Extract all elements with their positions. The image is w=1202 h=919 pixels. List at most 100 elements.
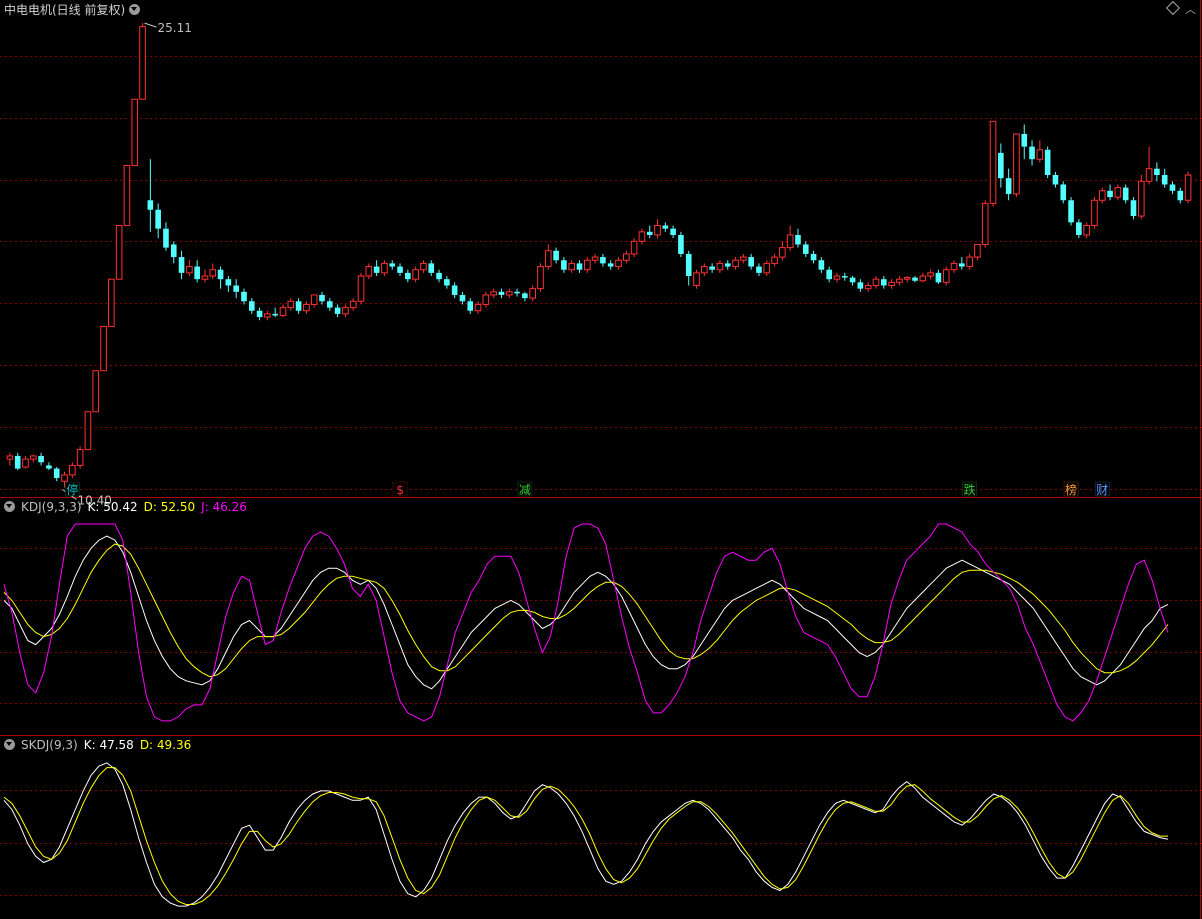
candle[interactable] <box>841 272 848 281</box>
candle[interactable] <box>256 307 263 321</box>
candle[interactable] <box>233 279 239 299</box>
candle[interactable] <box>420 260 427 273</box>
skdj-dropdown-icon[interactable] <box>4 739 15 750</box>
candle[interactable] <box>1122 184 1129 204</box>
candle[interactable] <box>880 276 887 289</box>
candle[interactable] <box>685 250 692 286</box>
candle[interactable] <box>241 288 247 305</box>
candle[interactable] <box>436 269 442 283</box>
candle[interactable] <box>1076 219 1082 239</box>
candle[interactable] <box>1137 175 1145 220</box>
candle[interactable] <box>514 288 520 297</box>
candle[interactable] <box>771 253 778 267</box>
candle[interactable] <box>950 260 958 273</box>
candle[interactable] <box>600 253 606 267</box>
candle[interactable] <box>779 241 786 261</box>
candle[interactable] <box>583 257 591 273</box>
kdj-dropdown-icon[interactable] <box>4 501 15 512</box>
candle[interactable] <box>22 455 29 469</box>
candle[interactable] <box>568 260 575 273</box>
candle[interactable] <box>678 231 684 258</box>
candle[interactable] <box>701 263 708 277</box>
candle[interactable] <box>428 260 435 277</box>
candle[interactable] <box>693 269 700 289</box>
candle[interactable] <box>1052 171 1059 188</box>
candle[interactable] <box>537 263 544 292</box>
candle[interactable] <box>412 266 419 283</box>
candle[interactable] <box>1154 162 1160 182</box>
candle[interactable] <box>833 272 841 283</box>
candle[interactable] <box>1145 146 1153 185</box>
candle[interactable] <box>1169 181 1176 194</box>
candle[interactable] <box>225 276 232 292</box>
candle[interactable] <box>92 370 100 413</box>
candle[interactable] <box>139 23 146 100</box>
event-icon[interactable]: 榜 <box>1063 481 1079 497</box>
candle[interactable] <box>1130 197 1137 220</box>
candle[interactable] <box>795 228 801 248</box>
candle[interactable] <box>1029 140 1035 166</box>
candle[interactable] <box>100 326 107 372</box>
candle[interactable] <box>1091 197 1098 229</box>
candle[interactable] <box>1184 171 1192 204</box>
candle[interactable] <box>14 452 21 471</box>
candle[interactable] <box>864 282 872 292</box>
candle[interactable] <box>405 269 411 283</box>
candlestick-series[interactable] <box>6 23 1192 488</box>
candle[interactable] <box>163 222 169 251</box>
candle[interactable] <box>397 263 403 277</box>
candle[interactable] <box>327 298 333 311</box>
candle[interactable] <box>748 253 754 270</box>
candle[interactable] <box>561 257 567 273</box>
candle[interactable] <box>927 269 934 280</box>
candle[interactable] <box>740 253 747 264</box>
candle[interactable] <box>662 222 669 232</box>
candle[interactable] <box>170 241 177 264</box>
candle[interactable] <box>498 288 505 299</box>
candle[interactable] <box>389 260 396 270</box>
candle[interactable] <box>155 203 161 239</box>
candle[interactable] <box>896 276 903 286</box>
candle[interactable] <box>194 260 200 283</box>
candle[interactable] <box>482 291 490 308</box>
candle[interactable] <box>459 291 466 305</box>
candle[interactable] <box>279 304 287 318</box>
candle[interactable] <box>131 98 139 167</box>
title-dropdown-icon[interactable] <box>129 4 141 15</box>
candle[interactable] <box>935 269 942 284</box>
candle[interactable] <box>919 272 927 283</box>
candle[interactable] <box>724 260 731 270</box>
candle[interactable] <box>342 304 349 318</box>
candle[interactable] <box>287 298 295 311</box>
candle[interactable] <box>365 263 373 280</box>
candle[interactable] <box>69 462 76 479</box>
candle[interactable] <box>607 260 614 270</box>
candle[interactable] <box>857 279 864 292</box>
candle[interactable] <box>310 294 318 308</box>
candle[interactable] <box>467 298 474 314</box>
candle[interactable] <box>186 260 193 277</box>
candle[interactable] <box>319 291 325 305</box>
candle[interactable] <box>1005 168 1012 201</box>
event-icon[interactable]: 减 <box>517 481 533 497</box>
candle[interactable] <box>1098 187 1106 204</box>
candle[interactable] <box>959 257 965 270</box>
candle[interactable] <box>349 298 357 311</box>
candle[interactable] <box>53 467 60 482</box>
candle[interactable] <box>84 411 92 451</box>
candle[interactable] <box>272 307 278 318</box>
event-icon[interactable]: 财 <box>1095 481 1110 497</box>
candle[interactable] <box>1060 181 1067 204</box>
candle[interactable] <box>763 260 771 277</box>
candle[interactable] <box>295 298 302 314</box>
candle[interactable] <box>147 159 154 232</box>
candle[interactable] <box>716 260 724 273</box>
candle[interactable] <box>1021 124 1028 160</box>
candle[interactable] <box>544 244 552 270</box>
candle[interactable] <box>576 260 583 273</box>
candle[interactable] <box>505 288 513 299</box>
candle[interactable] <box>1036 140 1044 163</box>
candle[interactable] <box>802 241 809 258</box>
candle[interactable] <box>248 298 255 314</box>
candle[interactable] <box>826 266 832 283</box>
